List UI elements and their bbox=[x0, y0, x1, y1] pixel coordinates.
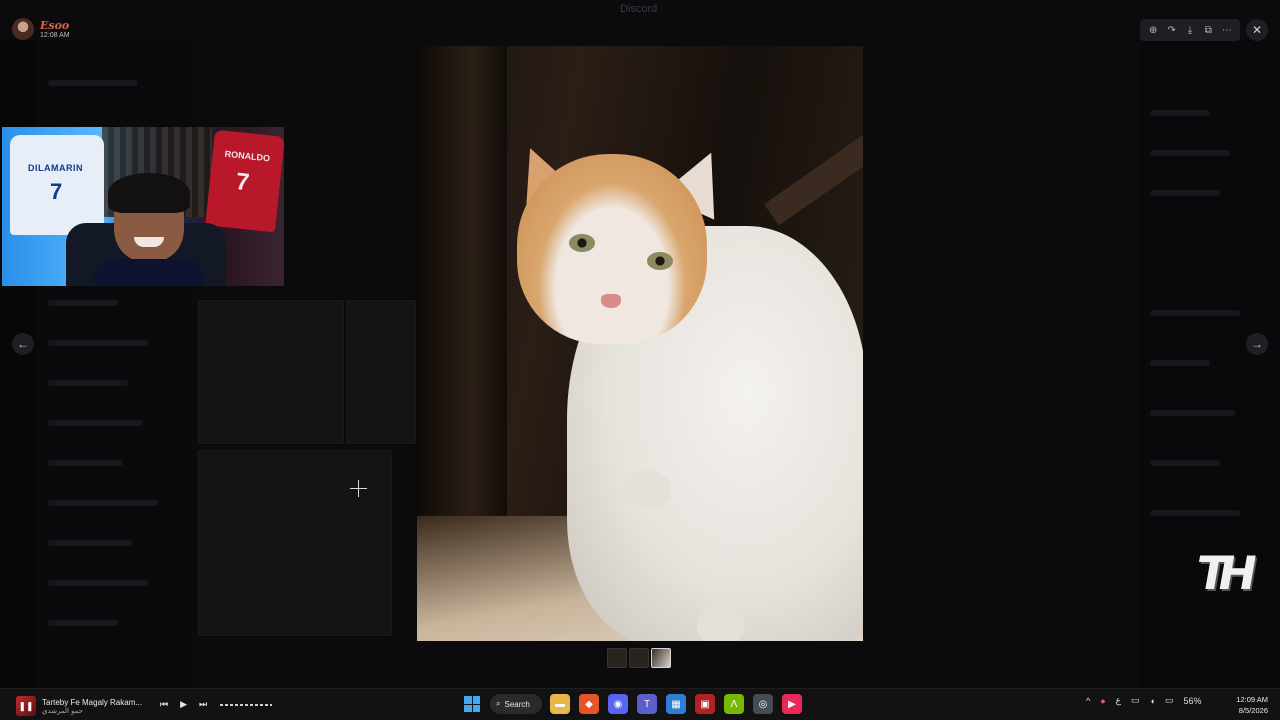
more-icon[interactable]: ⋯ bbox=[1219, 22, 1235, 38]
previous-image-button[interactable]: ← bbox=[12, 333, 34, 355]
network-icon[interactable]: ▭ bbox=[1131, 695, 1140, 706]
window-title: Discord bbox=[620, 3, 658, 15]
crosshair-cursor bbox=[350, 480, 367, 497]
windows-start-icon[interactable] bbox=[462, 694, 482, 714]
taskbar-apps: ⌕ Search ▬ ◆ ◉ T ▦ ▣ Λ ◎ ▶ bbox=[462, 694, 802, 714]
clock-time: 12:09 AM bbox=[1236, 695, 1268, 704]
nvidia-icon[interactable]: Λ bbox=[724, 694, 744, 714]
cat-eye-right bbox=[647, 252, 673, 270]
thumbnail[interactable] bbox=[607, 648, 627, 668]
cat-head bbox=[517, 154, 707, 344]
media-player-icon[interactable]: ▶ bbox=[782, 694, 802, 714]
media-progress-bar bbox=[220, 704, 272, 706]
thumbnail-active[interactable] bbox=[651, 648, 671, 668]
search-label: Search bbox=[504, 699, 530, 709]
cat-paw bbox=[623, 470, 671, 510]
brave-browser-icon[interactable]: ◆ bbox=[579, 694, 599, 714]
pinned-apps: ▬ ◆ ◉ T ▦ ▣ Λ ◎ ▶ bbox=[550, 694, 802, 714]
volume-icon[interactable]: ◖ bbox=[1150, 696, 1155, 706]
language-indicator[interactable]: ع bbox=[1116, 695, 1121, 706]
jersey-right-number: 7 bbox=[234, 168, 251, 197]
thumbnail[interactable] bbox=[629, 648, 649, 668]
thumbnail-strip bbox=[607, 648, 671, 668]
pause-icon[interactable]: ❚❚ bbox=[16, 696, 36, 716]
discord-icon[interactable]: ◉ bbox=[608, 694, 628, 714]
media-controls: ⏮ ▶ ⏭ bbox=[160, 699, 207, 710]
zoom-icon[interactable]: ⊕ bbox=[1145, 22, 1161, 38]
previous-track-icon[interactable]: ⏮ bbox=[160, 699, 168, 710]
file-explorer-icon[interactable]: ▬ bbox=[550, 694, 570, 714]
background-image-tile bbox=[198, 450, 392, 636]
battery-icon[interactable]: ▭ bbox=[1165, 695, 1174, 706]
streamer-hair bbox=[108, 173, 190, 213]
streamer-shirt bbox=[94, 259, 204, 286]
user-time: 12:08 AM bbox=[40, 32, 70, 39]
avatar bbox=[12, 18, 34, 40]
cat-eye-left bbox=[569, 234, 595, 252]
next-track-icon[interactable]: ⏭ bbox=[199, 699, 207, 710]
open-external-icon[interactable]: ⧉ bbox=[1200, 22, 1216, 38]
taskbar-clock[interactable]: 12:09 AM 8/5/2026 bbox=[1232, 694, 1268, 716]
jersey-left: DILAMARIN 7 bbox=[10, 135, 104, 235]
user-name: Esoo bbox=[40, 19, 70, 32]
media-artist: حمو المرشدي bbox=[42, 707, 83, 715]
close-viewer-button[interactable]: ✕ bbox=[1246, 19, 1268, 41]
clock-date: 8/5/2026 bbox=[1238, 706, 1268, 715]
jersey-left-text: DILAMARIN bbox=[28, 163, 83, 173]
microphone-icon[interactable]: ● bbox=[1100, 696, 1105, 706]
cat-paw bbox=[697, 606, 745, 641]
background-image-tile bbox=[346, 300, 416, 444]
next-image-button[interactable]: → bbox=[1246, 333, 1268, 355]
jersey-left-number: 7 bbox=[50, 179, 63, 204]
windows-taskbar: ❚❚ Tarteby Fe Magaly Rakam... حمو المرشد… bbox=[0, 688, 1280, 720]
tray-chevron-icon[interactable]: ^ bbox=[1086, 696, 1090, 706]
store-icon[interactable]: ▦ bbox=[666, 694, 686, 714]
streamer-logo-watermark: TH bbox=[1192, 546, 1252, 600]
teams-icon[interactable]: T bbox=[637, 694, 657, 714]
streaming-app-icon[interactable]: ▣ bbox=[695, 694, 715, 714]
cat-nose bbox=[601, 294, 621, 308]
media-widget[interactable]: ❚❚ Tarteby Fe Magaly Rakam... حمو المرشد… bbox=[16, 696, 142, 716]
search-icon: ⌕ bbox=[496, 699, 501, 708]
stream-user-chip: Esoo 12:08 AM bbox=[12, 18, 70, 40]
battery-percent: 56% bbox=[1183, 695, 1202, 706]
taskbar-search[interactable]: ⌕ Search bbox=[490, 694, 542, 714]
image-viewer-toolbar: ⊕ ↷ ⤓ ⧉ ⋯ bbox=[1140, 19, 1240, 41]
forward-icon[interactable]: ↷ bbox=[1164, 22, 1180, 38]
media-title: Tarteby Fe Magaly Rakam... bbox=[42, 697, 143, 707]
jersey-right: RONALDO 7 bbox=[205, 129, 284, 233]
play-icon[interactable]: ▶ bbox=[180, 699, 187, 710]
system-tray: ^ ● ع ▭ ◖ ▭ 56% bbox=[1086, 695, 1202, 706]
cat-photo bbox=[417, 46, 863, 641]
webcam-overlay: DILAMARIN 7 RONALDO 7 bbox=[2, 127, 284, 286]
steam-icon[interactable]: ◎ bbox=[753, 694, 773, 714]
download-icon[interactable]: ⤓ bbox=[1182, 22, 1198, 38]
background-image-tile bbox=[198, 300, 344, 444]
jersey-right-text: RONALDO bbox=[224, 148, 271, 164]
